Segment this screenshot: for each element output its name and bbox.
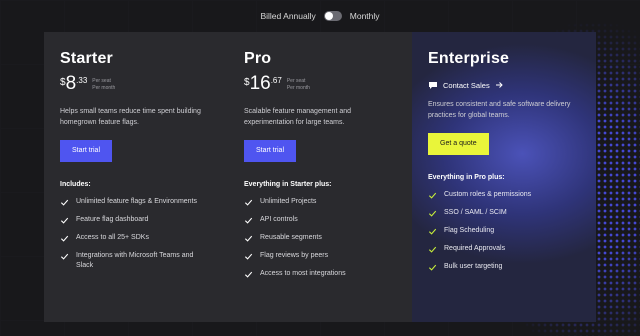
check-icon: [60, 253, 69, 260]
billed-annually-label[interactable]: Billed Annually: [260, 11, 315, 21]
billing-toggle-row: Billed Annually Monthly: [0, 11, 640, 21]
check-icon: [428, 264, 437, 271]
switch-knob: [324, 12, 333, 20]
feature-item: Flag reviews by peers: [244, 251, 396, 261]
per-month-label: Per month: [286, 84, 310, 91]
feature-item: Integrations with Microsoft Teams and Sl…: [60, 251, 212, 271]
check-icon: [60, 199, 69, 206]
feature-list: Unlimited Projects API controls Reusable…: [244, 197, 396, 279]
price: $ 8 .33 Per seat Per month: [60, 73, 212, 97]
check-icon: [428, 210, 437, 217]
feature-label: Access to all 25+ SDKs: [76, 234, 149, 241]
price-whole: 8: [65, 73, 77, 94]
per-seat-label: Per seat: [92, 78, 111, 84]
feature-label: Reusable segments: [260, 234, 322, 241]
plan-description: Helps small teams reduce time spent buil…: [60, 108, 201, 126]
start-trial-button[interactable]: Start trial: [60, 140, 113, 162]
price-cents: .67: [270, 76, 282, 85]
feature-label: Flag reviews by peers: [260, 252, 329, 259]
feature-item: SSO / SAML / SCIM: [428, 208, 580, 218]
check-icon: [244, 217, 253, 224]
check-icon: [244, 235, 253, 242]
price-unit: Per seat Per month: [92, 78, 115, 91]
check-icon: [244, 271, 253, 278]
plan-card-pro: Pro $ 16 .67 Per seat Per month Scalable…: [228, 32, 412, 322]
plan-title: Starter: [60, 50, 113, 67]
feature-item: Unlimited Projects: [244, 197, 396, 207]
feature-item: Flag Scheduling: [428, 226, 580, 236]
price-cents: .33: [76, 76, 88, 85]
check-icon: [428, 246, 437, 253]
get-a-quote-button[interactable]: Get a quote: [428, 133, 489, 155]
includes-heading: Includes:: [60, 181, 91, 188]
includes-heading: Everything in Pro plus:: [428, 174, 505, 181]
feature-item: Access to most integrations: [244, 269, 396, 279]
feature-label: API controls: [260, 216, 298, 223]
contact-sales-link[interactable]: Contact Sales: [428, 79, 580, 91]
check-icon: [428, 192, 437, 199]
feature-list: Unlimited feature flags & Environments F…: [60, 197, 212, 271]
plan-card-enterprise: Enterprise Contact Sales Ensures consist…: [412, 32, 596, 322]
feature-label: Integrations with Microsoft Teams and Sl…: [76, 252, 194, 269]
feature-item: Unlimited feature flags & Environments: [60, 197, 212, 207]
billing-switch[interactable]: [323, 11, 342, 21]
plan-title: Pro: [244, 50, 272, 67]
price-unit: Per seat Per month: [287, 78, 310, 91]
monthly-label[interactable]: Monthly: [350, 11, 380, 21]
plan-description: Ensures consistent and safe software del…: [428, 101, 571, 119]
contact-sales-label: Contact Sales: [443, 80, 490, 90]
feature-label: SSO / SAML / SCIM: [444, 209, 507, 216]
includes-heading: Everything in Starter plus:: [244, 181, 332, 188]
feature-label: Unlimited Projects: [260, 198, 317, 205]
feature-label: Flag Scheduling: [444, 227, 495, 234]
feature-item: Bulk user targeting: [428, 262, 580, 272]
feature-item: API controls: [244, 215, 396, 225]
feature-label: Custom roles & permissions: [444, 191, 532, 198]
feature-label: Unlimited feature flags & Environments: [76, 198, 197, 205]
plan-description: Scalable feature management and experime…: [244, 108, 352, 126]
feature-label: Access to most integrations: [260, 270, 346, 277]
feature-item: Required Approvals: [428, 244, 580, 254]
check-icon: [428, 228, 437, 235]
feature-item: Feature flag dashboard: [60, 215, 212, 225]
per-seat-label: Per seat: [286, 78, 306, 84]
feature-item: Custom roles & permissions: [428, 190, 580, 200]
feature-label: Bulk user targeting: [444, 263, 503, 270]
feature-item: Reusable segments: [244, 233, 396, 243]
pricing-cards: Starter $ 8 .33 Per seat Per month Helps…: [44, 32, 596, 322]
feature-item: Access to all 25+ SDKs: [60, 233, 212, 243]
check-icon: [244, 253, 253, 260]
start-trial-button[interactable]: Start trial: [244, 140, 297, 162]
price: $ 16 .67 Per seat Per month: [244, 73, 396, 97]
chat-bubble-icon: [429, 81, 437, 89]
feature-label: Required Approvals: [444, 245, 506, 252]
arrow-right-icon: [495, 82, 503, 88]
plan-card-starter: Starter $ 8 .33 Per seat Per month Helps…: [44, 32, 228, 322]
check-icon: [60, 217, 69, 224]
plan-title: Enterprise: [428, 50, 510, 67]
price-whole: 16: [249, 73, 271, 94]
per-month-label: Per month: [92, 84, 116, 91]
check-icon: [244, 199, 253, 206]
feature-list: Custom roles & permissions SSO / SAML / …: [428, 190, 580, 272]
feature-label: Feature flag dashboard: [76, 216, 149, 223]
check-icon: [60, 235, 69, 242]
